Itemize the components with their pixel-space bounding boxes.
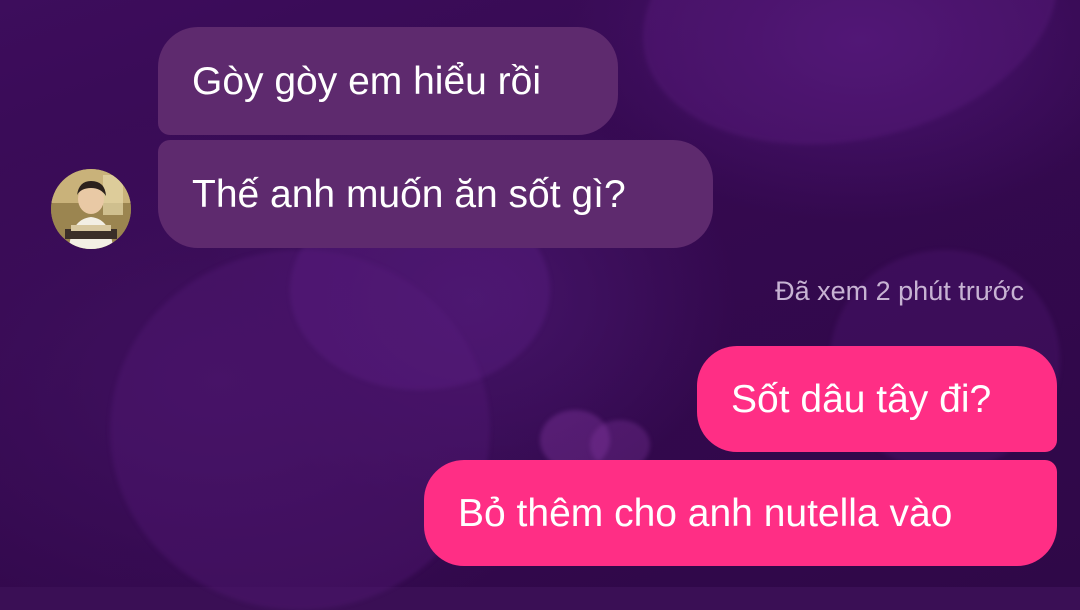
message-text: Sốt dâu tây đi? [731, 377, 992, 421]
contact-avatar[interactable] [51, 169, 131, 249]
message-text: Thế anh muốn ăn sốt gì? [192, 172, 626, 216]
read-receipt: Đã xem 2 phút trước [775, 276, 1024, 306]
message-text: Bỏ thêm cho anh nutella vào [458, 491, 953, 535]
sent-message-bubble[interactable]: Sốt dâu tây đi? [697, 346, 1057, 452]
received-message-bubble[interactable]: Gòy gòy em hiểu rồi [158, 27, 618, 135]
message-text: Gòy gòy em hiểu rồi [192, 59, 542, 103]
avatar-photo-icon [51, 169, 131, 249]
sent-message-bubble[interactable]: Bỏ thêm cho anh nutella vào [424, 460, 1057, 566]
received-message-bubble[interactable]: Thế anh muốn ăn sốt gì? [158, 140, 713, 248]
